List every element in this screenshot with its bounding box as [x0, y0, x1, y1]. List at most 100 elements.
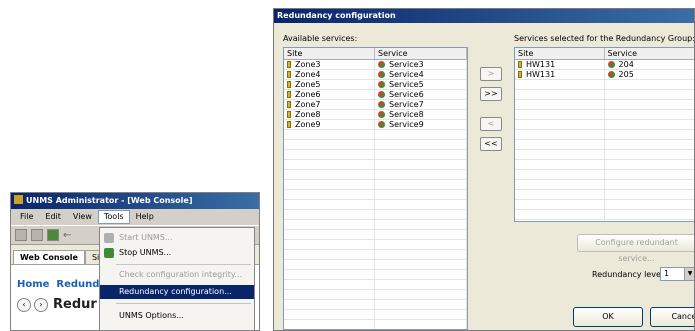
table-row[interactable]: Zone4 Service4	[284, 70, 467, 80]
site-cell	[284, 130, 375, 139]
service-cell	[375, 290, 467, 299]
menu-help[interactable]: Help	[130, 210, 160, 224]
menu-tools[interactable]: Tools	[97, 210, 130, 224]
service-cell	[605, 100, 694, 109]
service-cell	[605, 210, 694, 219]
chevron-down-icon[interactable]: ▼	[684, 268, 694, 280]
site-cell: Zone8	[284, 110, 375, 119]
service-name: Service3	[389, 60, 424, 69]
remove-button[interactable]: <	[480, 117, 502, 131]
menu-separator	[116, 303, 251, 304]
service-cell: 205	[605, 70, 694, 79]
column-header-site[interactable]: Site	[284, 48, 375, 59]
site-icon	[518, 71, 522, 78]
table-row[interactable]: HW131 204	[515, 60, 694, 70]
service-cell	[375, 230, 467, 239]
site-cell	[284, 190, 375, 199]
tab-web-console[interactable]: Web Console	[13, 250, 85, 264]
table-row[interactable]: Zone6 Service6	[284, 90, 467, 100]
service-cell	[605, 140, 694, 149]
table-row-empty	[515, 200, 694, 210]
service-cell: Service7	[375, 100, 467, 109]
menu-item-unms-options[interactable]: UNMS Options...	[100, 309, 254, 323]
service-icon	[378, 61, 385, 68]
table-row[interactable]: HW131 205	[515, 70, 694, 80]
site-name: Zone6	[295, 90, 321, 99]
service-cell	[605, 150, 694, 159]
table-row-empty	[515, 180, 694, 190]
table-row-empty	[515, 170, 694, 180]
menu-edit[interactable]: Edit	[39, 210, 67, 224]
site-cell: HW131	[515, 70, 605, 79]
start-unms-icon[interactable]	[31, 229, 43, 241]
table-row-empty	[284, 220, 467, 230]
site-cell	[515, 200, 605, 209]
save-icon[interactable]	[15, 229, 27, 241]
site-cell	[515, 210, 605, 219]
service-cell	[375, 270, 467, 279]
table-row-empty	[284, 180, 467, 190]
table-row[interactable]: Zone7 Service7	[284, 100, 467, 110]
stop-unms-icon[interactable]	[47, 229, 59, 241]
available-services-grid[interactable]: Site Service Zone3 Service3 Zone4 Service4 Z…	[283, 47, 468, 330]
column-header-service[interactable]: Service	[375, 48, 467, 59]
service-cell	[375, 250, 467, 259]
table-row-empty	[515, 120, 694, 130]
table-row[interactable]: Zone3 Service3	[284, 60, 467, 70]
site-cell	[515, 110, 605, 119]
unms-title-text: UNMS Administrator - [Web Console]	[26, 196, 193, 205]
site-icon	[287, 101, 291, 108]
table-row-empty	[284, 160, 467, 170]
service-cell	[375, 170, 467, 179]
menu-file[interactable]: File	[14, 210, 39, 224]
menu-item-check-integrity[interactable]: Check configuration integrity...	[100, 268, 254, 282]
service-cell	[605, 110, 694, 119]
table-row[interactable]: Zone5 Service5	[284, 80, 467, 90]
service-cell	[605, 130, 694, 139]
service-cell	[605, 120, 694, 129]
site-cell	[284, 210, 375, 219]
service-icon	[378, 71, 385, 78]
table-row-empty	[284, 170, 467, 180]
site-cell	[515, 150, 605, 159]
menu-separator	[116, 264, 251, 265]
site-icon	[287, 71, 291, 78]
service-cell	[375, 240, 467, 249]
site-cell	[284, 140, 375, 149]
table-row-empty	[284, 320, 467, 329]
add-all-button[interactable]: >>	[480, 87, 502, 101]
redundancy-level-select[interactable]: 1 ▼	[660, 267, 694, 281]
table-row-empty	[515, 110, 694, 120]
add-button[interactable]: >	[480, 67, 502, 81]
selected-services-grid[interactable]: Site Service HW131 204 HW131 205	[514, 47, 694, 222]
site-cell	[515, 190, 605, 199]
menu-item-redundancy-configuration[interactable]: Redundancy configuration...	[100, 285, 254, 299]
menu-item-stop-unms[interactable]: Stop UNMS...	[100, 246, 254, 260]
site-cell	[515, 90, 605, 99]
table-row-empty	[515, 190, 694, 200]
service-cell	[375, 160, 467, 169]
ok-button[interactable]: OK	[573, 307, 643, 327]
table-row-empty	[284, 140, 467, 150]
cancel-button[interactable]: Cancel	[650, 307, 694, 327]
service-cell	[375, 130, 467, 139]
site-name: Zone4	[295, 70, 321, 79]
configure-redundant-service-button[interactable]: Configure redundant service...	[577, 234, 694, 263]
table-row[interactable]: Zone9 Service9	[284, 120, 467, 130]
table-row-empty	[284, 240, 467, 250]
menu-item-start-unms[interactable]: Start UNMS...	[100, 231, 254, 245]
remove-all-button[interactable]: <<	[480, 137, 502, 151]
site-cell	[515, 170, 605, 179]
back-icon[interactable]: ‹	[17, 297, 31, 312]
page-title: Redur	[53, 297, 97, 312]
table-row[interactable]: Zone8 Service8	[284, 110, 467, 120]
forward-icon[interactable]: ›	[34, 297, 48, 312]
back-arrow-icon[interactable]: ←	[63, 230, 71, 241]
column-header-service[interactable]: Service	[605, 48, 694, 59]
site-cell	[284, 200, 375, 209]
service-cell	[375, 190, 467, 199]
redundancy-level-label: Redundancy level:	[592, 270, 666, 279]
menu-view[interactable]: View	[67, 210, 98, 224]
selected-services-label: Services selected for the Redundancy Gro…	[514, 34, 695, 43]
column-header-site[interactable]: Site	[515, 48, 605, 59]
